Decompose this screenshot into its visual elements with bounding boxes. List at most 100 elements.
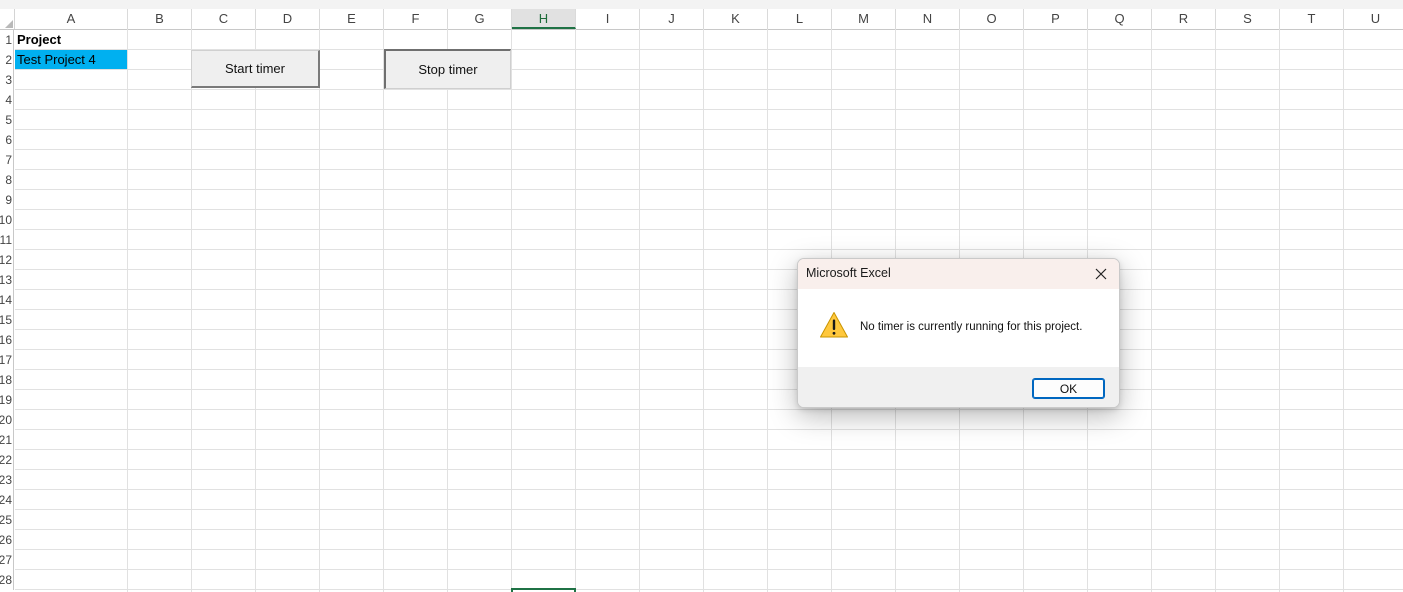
column-header-i[interactable]: I [576,9,640,29]
column-header-t[interactable]: T [1280,9,1344,29]
gridline-horizontal [15,89,1403,90]
row-header-18[interactable]: 18 [0,370,14,390]
close-icon [1095,268,1107,280]
gridline-vertical [319,29,320,592]
gridline-horizontal [15,309,1403,310]
column-header-e[interactable]: E [320,9,384,29]
gridline-vertical [1343,29,1344,592]
gridline-vertical [639,29,640,592]
row-header-9[interactable]: 9 [0,190,14,210]
gridline-horizontal [15,369,1403,370]
gridline-horizontal [15,349,1403,350]
cell-a2[interactable]: Test Project 4 [17,50,96,70]
gridline-horizontal [15,329,1403,330]
start-timer-button[interactable]: Start timer [191,50,320,88]
column-header-r[interactable]: R [1152,9,1216,29]
row-header-8[interactable]: 8 [0,170,14,190]
column-header-p[interactable]: P [1024,9,1088,29]
column-header-c[interactable]: C [192,9,256,29]
row-header-22[interactable]: 22 [0,450,14,470]
cell-a1[interactable]: Project [17,30,61,50]
ok-button[interactable]: OK [1032,378,1105,399]
message-dialog: Microsoft Excel No timer is currently ru… [797,258,1120,408]
row-header-3[interactable]: 3 [0,70,14,90]
column-header-s[interactable]: S [1216,9,1280,29]
gridline-vertical [191,29,192,592]
spreadsheet-grid[interactable]: ABCDEFGHIJKLMNOPQRSTU 123456789101112131… [0,0,1403,592]
gridline-vertical [127,29,128,592]
column-header-b[interactable]: B [128,9,192,29]
gridline-horizontal [15,529,1403,530]
dialog-message: No timer is currently running for this p… [860,321,1083,333]
column-header-k[interactable]: K [704,9,768,29]
gridline-horizontal [15,149,1403,150]
row-header-11[interactable]: 11 [0,230,14,250]
column-header-a[interactable]: A [15,9,128,29]
stop-timer-button[interactable]: Stop timer [384,49,511,89]
column-header-m[interactable]: M [832,9,896,29]
warning-icon [820,312,848,338]
row-header-23[interactable]: 23 [0,470,14,490]
gridline-horizontal [15,209,1403,210]
dialog-title: Microsoft Excel [806,266,891,280]
row-header-2[interactable]: 2 [0,50,14,70]
row-header-13[interactable]: 13 [0,270,14,290]
row-header-15[interactable]: 15 [0,310,14,330]
dialog-footer: OK [798,367,1119,407]
row-header-17[interactable]: 17 [0,350,14,370]
column-header-l[interactable]: L [768,9,832,29]
row-header-12[interactable]: 12 [0,250,14,270]
gridline-horizontal [15,549,1403,550]
row-header-19[interactable]: 19 [0,390,14,410]
row-header-27[interactable]: 27 [0,550,14,570]
dialog-title-bar[interactable]: Microsoft Excel [798,259,1119,289]
gridline-horizontal [15,269,1403,270]
row-header-10[interactable]: 10 [0,210,14,230]
column-header-n[interactable]: N [896,9,960,29]
row-header-21[interactable]: 21 [0,430,14,450]
gridline-horizontal [15,169,1403,170]
row-header-1[interactable]: 1 [0,30,14,50]
row-header-6[interactable]: 6 [0,130,14,150]
row-header-24[interactable]: 24 [0,490,14,510]
dialog-close-button[interactable] [1089,262,1113,286]
column-header-g[interactable]: G [448,9,512,29]
ribbon-edge [0,0,1403,9]
row-header-16[interactable]: 16 [0,330,14,350]
gridline-horizontal [15,109,1403,110]
active-cell-selection [511,588,576,592]
column-header-j[interactable]: J [640,9,704,29]
select-all-corner[interactable] [0,9,15,29]
gridline-horizontal [15,229,1403,230]
gridline-horizontal [15,289,1403,290]
column-header-h[interactable]: H [512,9,576,29]
column-header-d[interactable]: D [256,9,320,29]
gridline-vertical [575,29,576,592]
gridline-vertical [767,29,768,592]
gridline-vertical [383,29,384,592]
gridline-horizontal [15,249,1403,250]
column-header-f[interactable]: F [384,9,448,29]
gridline-horizontal [15,389,1403,390]
column-header-q[interactable]: Q [1088,9,1152,29]
gridline-horizontal [15,429,1403,430]
gridline-horizontal [15,489,1403,490]
row-header-4[interactable]: 4 [0,90,14,110]
column-header-o[interactable]: O [960,9,1024,29]
gridline-horizontal [15,189,1403,190]
gridline-horizontal [15,129,1403,130]
row-header-5[interactable]: 5 [0,110,14,130]
select-all-triangle-icon [5,20,13,28]
dialog-body: No timer is currently running for this p… [798,289,1119,367]
gridline-vertical [1151,29,1152,592]
row-header-26[interactable]: 26 [0,530,14,550]
column-header-u[interactable]: U [1344,9,1403,29]
gridline-horizontal [15,469,1403,470]
gridline-vertical [1215,29,1216,592]
row-header-28[interactable]: 28 [0,570,14,590]
row-header-14[interactable]: 14 [0,290,14,310]
row-header-25[interactable]: 25 [0,510,14,530]
row-header-20[interactable]: 20 [0,410,14,430]
gridline-horizontal [15,449,1403,450]
row-header-7[interactable]: 7 [0,150,14,170]
